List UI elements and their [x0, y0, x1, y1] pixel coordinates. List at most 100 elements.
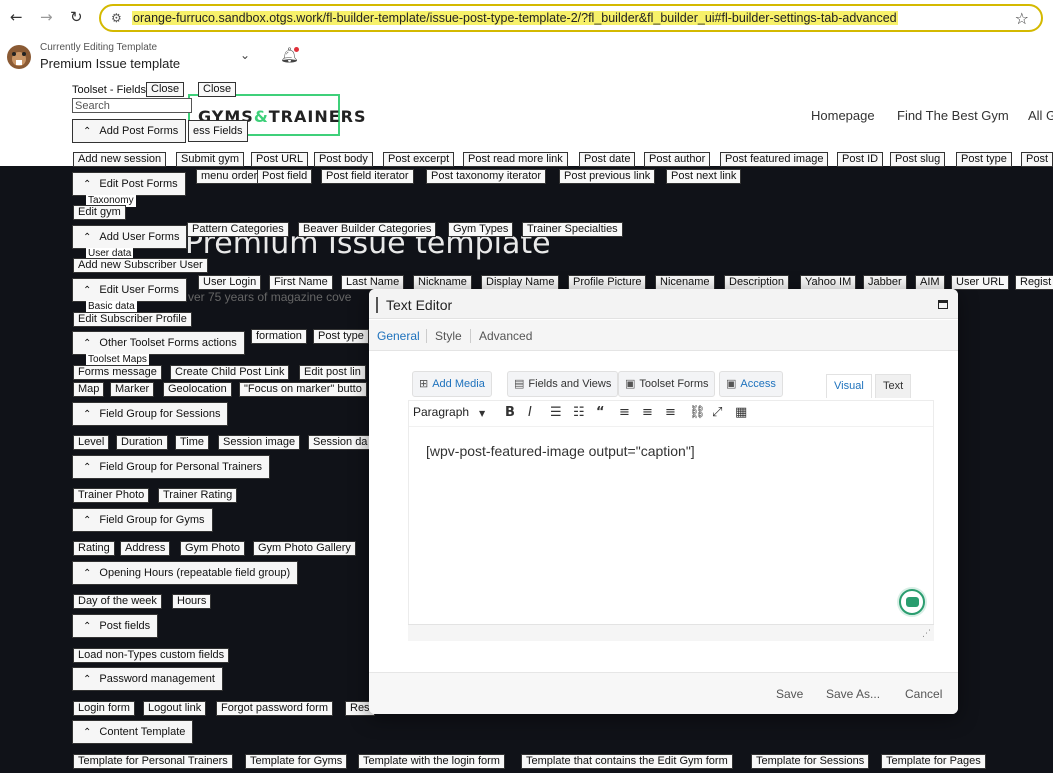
star-icon[interactable]: ☆ [1015, 9, 1029, 28]
section-add-post-forms[interactable]: ⌃ Add Post Forms [72, 119, 187, 143]
map-marker[interactable]: Marker [110, 382, 155, 397]
field-post-author[interactable]: Post author [644, 152, 711, 167]
field-profile-picture[interactable]: Profile Picture [568, 275, 647, 290]
modal-header[interactable]: Text Editor [369, 289, 958, 319]
field-basic-information[interactable]: formation [251, 329, 307, 344]
fields-search-input[interactable] [72, 98, 192, 113]
field-session-image[interactable]: Session image [218, 435, 301, 450]
field-post-taxonomy-iterator[interactable]: Post taxonomy iterator [426, 169, 547, 184]
section-password-management[interactable]: ⌃ Password management [72, 667, 223, 691]
tab-advanced[interactable]: Advanced [479, 329, 532, 343]
assistant-icon[interactable] [899, 589, 925, 615]
italic-icon[interactable]: I [528, 405, 532, 420]
field-submit-gym[interactable]: Submit gym [176, 152, 245, 167]
reload-icon[interactable]: ↻ [70, 8, 83, 26]
editing-template-title[interactable]: Premium Issue template [40, 56, 180, 71]
field-time[interactable]: Time [175, 435, 210, 450]
address-bar[interactable]: ⚙ orange-furruco.sandbox.otgs.work/fl-bu… [99, 4, 1043, 32]
template-edit-gym-form[interactable]: Template that contains the Edit Gym form [521, 754, 733, 769]
field-add-new-session[interactable]: Add new session [73, 152, 167, 167]
cancel-button[interactable]: Cancel [905, 687, 942, 701]
field-hours[interactable]: Hours [172, 594, 212, 609]
close-button[interactable]: Close [146, 82, 185, 97]
field-registered[interactable]: Regist [1015, 275, 1053, 290]
url-text[interactable]: orange-furruco.sandbox.otgs.work/fl-buil… [132, 11, 898, 25]
forward-arrow-icon[interactable]: → [40, 8, 53, 26]
form-add-new-subscriber[interactable]: Add new Subscriber User [73, 258, 208, 273]
form-edit-gym[interactable]: Edit gym [73, 205, 126, 220]
field-rating[interactable]: Rating [73, 541, 115, 556]
field-jabber[interactable]: Jabber [863, 275, 907, 290]
section-sessions[interactable]: ⌃ Field Group for Sessions [72, 402, 229, 426]
field-level[interactable]: Level [73, 435, 110, 450]
visual-tab[interactable]: Visual [826, 374, 872, 398]
form-edit-subscriber-profile[interactable]: Edit Subscriber Profile [73, 312, 192, 327]
fields-and-views-button[interactable]: ▤ Fields and Views [507, 371, 619, 397]
field-post-read-more[interactable]: Post read more link [463, 152, 568, 167]
bullet-list-icon[interactable]: ☰ [550, 405, 562, 420]
field-post-id[interactable]: Post ID [837, 152, 884, 167]
field-nicename[interactable]: Nicename [655, 275, 715, 290]
field-first-name[interactable]: First Name [269, 275, 333, 290]
section-other-toolset-forms[interactable]: ⌃ Other Toolset Forms actions [72, 331, 245, 355]
field-post-date[interactable]: Post date [579, 152, 636, 167]
numbered-list-icon[interactable]: ☷ [573, 405, 585, 420]
tune-icon[interactable]: ⚙ [111, 11, 122, 25]
load-non-types-fields[interactable]: Load non-Types custom fields [73, 648, 230, 663]
field-login-form[interactable]: Login form [73, 701, 135, 716]
save-button[interactable]: Save [776, 687, 803, 701]
field-nickname[interactable]: Nickname [413, 275, 472, 290]
taxonomy-pattern-categories[interactable]: Pattern Categories [187, 222, 289, 237]
text-tab[interactable]: Text [875, 374, 912, 398]
field-address[interactable]: Address [120, 541, 171, 556]
editor-content[interactable]: [wpv-post-featured-image output="caption… [426, 443, 695, 459]
template-pages[interactable]: Template for Pages [881, 754, 986, 769]
bold-icon[interactable]: B [505, 405, 515, 420]
field-post-featured-image[interactable]: Post featured image [720, 152, 829, 167]
section-edit-post-forms[interactable]: ⌃ Edit Post Forms [72, 172, 186, 196]
field-post-url[interactable]: Post URL [251, 152, 309, 167]
field-day-of-week[interactable]: Day of the week [73, 594, 162, 609]
field-basic-post-type[interactable]: Post type [313, 329, 369, 344]
resize-handle-icon[interactable]: ⋰ [922, 629, 931, 639]
blockquote-icon[interactable]: “ [596, 405, 605, 420]
align-right-icon[interactable]: ≡ [665, 405, 676, 420]
tab-general[interactable]: General [377, 329, 420, 343]
taxonomy-gym-types[interactable]: Gym Types [448, 222, 514, 237]
field-description[interactable]: Description [724, 275, 790, 290]
section-gyms[interactable]: ⌃ Field Group for Gyms [72, 508, 213, 532]
field-trainer-photo[interactable]: Trainer Photo [73, 488, 150, 503]
field-post-slug[interactable]: Post slug [890, 152, 946, 167]
chevron-down-icon[interactable]: ⌄ [240, 48, 250, 62]
rich-text-editor[interactable]: Paragraph ▼ B I ☰ ☷ “ ≡ ≡ ≡ ⛓ ⤢ ▦ [wpv-po… [408, 400, 934, 640]
field-forms-message[interactable]: Forms message [73, 365, 162, 380]
field-post-body[interactable]: Post body [314, 152, 373, 167]
field-post-field[interactable]: Post field [257, 169, 313, 184]
map-map[interactable]: Map [73, 382, 105, 397]
section-opening-hours[interactable]: ⌃ Opening Hours (repeatable field group) [72, 561, 299, 585]
align-center-icon[interactable]: ≡ [642, 405, 653, 420]
taxonomy-trainer-specialties[interactable]: Trainer Specialties [522, 222, 623, 237]
field-last-name[interactable]: Last Name [341, 275, 405, 290]
field-user-login[interactable]: User Login [198, 275, 262, 290]
save-as-button[interactable]: Save As... [826, 687, 880, 701]
template-gyms[interactable]: Template for Gyms [245, 754, 348, 769]
field-aim[interactable]: AIM [915, 275, 945, 290]
paragraph-format-select[interactable]: Paragraph ▼ [413, 405, 485, 419]
section-add-user-forms[interactable]: ⌃ Add User Forms [72, 225, 188, 249]
field-gym-photo[interactable]: Gym Photo [180, 541, 246, 556]
map-geolocation[interactable]: Geolocation [163, 382, 232, 397]
maximize-icon[interactable] [938, 300, 948, 309]
field-logout-link[interactable]: Logout link [143, 701, 207, 716]
field-menu-order[interactable]: menu order [196, 169, 263, 184]
toolset-forms-button[interactable]: ▣ Toolset Forms [618, 371, 716, 397]
field-post-next-link[interactable]: Post next link [666, 169, 742, 184]
align-left-icon[interactable]: ≡ [619, 405, 630, 420]
map-focus-on-marker[interactable]: "Focus on marker" butto [239, 382, 367, 397]
nav-link-find-gym[interactable]: Find The Best Gym [897, 108, 1009, 123]
field-post-previous-link[interactable]: Post previous link [559, 169, 656, 184]
field-post-type[interactable]: Post type [956, 152, 1012, 167]
fullscreen-icon[interactable]: ⤢ [712, 405, 722, 420]
template-personal-trainers[interactable]: Template for Personal Trainers [73, 754, 233, 769]
nav-link-all[interactable]: All G [1028, 108, 1053, 123]
